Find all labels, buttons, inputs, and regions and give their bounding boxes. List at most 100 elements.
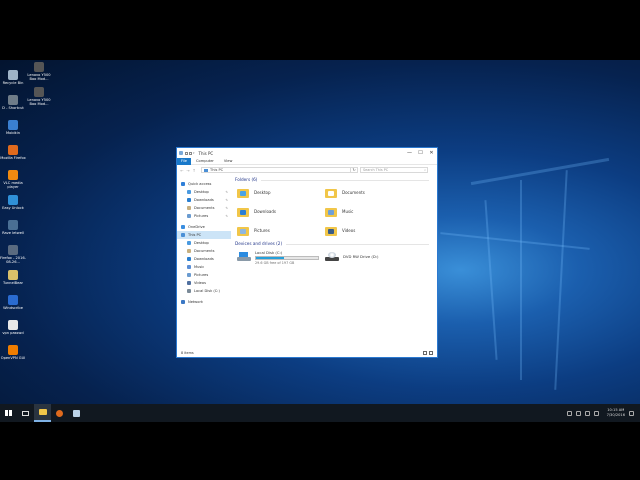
folder-label: Downloads xyxy=(254,208,276,214)
nav-quick-access[interactable]: Quick access xyxy=(177,180,231,188)
folder-item[interactable]: Desktop xyxy=(235,184,323,200)
large-icons-view-icon[interactable] xyxy=(429,351,433,355)
nav-pc-item-icon xyxy=(187,289,191,293)
nav-pc-item-icon xyxy=(187,281,191,285)
nav-pinned-item[interactable]: Pictures ✎ xyxy=(177,212,231,220)
nav-onedrive[interactable]: OneDrive xyxy=(177,223,231,231)
nav-onedrive-icon xyxy=(181,225,185,229)
system-tray: 10:15 AM 7/30/2016 xyxy=(565,404,636,422)
nav-label: Downloads xyxy=(194,257,214,261)
nav-pinned-item[interactable]: Desktop ✎ xyxy=(177,188,231,196)
up-arrow-icon[interactable]: ↑ xyxy=(191,168,197,173)
nav-label: Desktop xyxy=(194,241,209,245)
folder-item[interactable]: Music xyxy=(323,203,411,219)
taskbar: 10:15 AM 7/30/2016 xyxy=(0,404,640,422)
nav-network[interactable]: Network xyxy=(177,298,231,306)
nav-pinned-item[interactable]: Documents ✎ xyxy=(177,204,231,212)
close-button[interactable]: ✕ xyxy=(426,148,437,158)
nav-pc-item[interactable]: Local Disk (C:) xyxy=(177,287,231,295)
network-icon[interactable] xyxy=(575,410,581,416)
minimize-button[interactable]: — xyxy=(404,148,415,158)
drive-dvd-d[interactable]: DVD RW Drive (D:) xyxy=(323,250,379,265)
desktop-icon-label: Mozilla Firefox xyxy=(0,156,26,160)
folder-label: Music xyxy=(342,208,354,214)
desktop-icon[interactable]: Recycle Bin xyxy=(0,70,26,85)
folder-item[interactable]: Videos xyxy=(323,222,411,238)
desktop-icon-image xyxy=(8,95,18,105)
desktop-icon[interactable]: TunnelBear xyxy=(0,270,26,285)
task-view-button[interactable] xyxy=(17,404,34,422)
desktop-icon[interactable]: D - Shortcut xyxy=(0,95,26,110)
desktop-icon[interactable]: Mozilla Firefox xyxy=(0,145,26,160)
pin-icon[interactable]: ✎ xyxy=(225,214,228,218)
tab-computer[interactable]: Computer xyxy=(191,159,219,163)
desktop-icon[interactable]: Mobikin xyxy=(0,120,26,135)
nav-pc-item[interactable]: Desktop xyxy=(177,239,231,247)
desktop-icon[interactable]: VLC media player xyxy=(0,170,26,189)
folder-item[interactable]: Downloads xyxy=(235,203,323,219)
desktop-icon[interactable]: Lenovo Y500 Boo Mod... xyxy=(26,62,52,81)
folder-item[interactable]: Documents xyxy=(323,184,411,200)
nav-pc-item[interactable]: Videos xyxy=(177,279,231,287)
task-view-icon xyxy=(22,410,29,416)
clock[interactable]: 10:15 AM 7/30/2016 xyxy=(607,408,625,418)
pin-icon[interactable]: ✎ xyxy=(225,206,228,210)
drives-group-header[interactable]: Devices and drives (2) xyxy=(235,240,437,248)
start-button[interactable] xyxy=(0,404,17,422)
address-bar[interactable]: This PC xyxy=(201,167,351,173)
nav-label: This PC xyxy=(188,233,202,237)
nav-pc-item-icon xyxy=(187,273,191,277)
folders-header-label: Folders (6) xyxy=(235,177,258,182)
nav-label: Downloads xyxy=(194,198,214,202)
desktop-icon[interactable]: vpn passwd xyxy=(0,320,26,335)
properties-icon[interactable] xyxy=(185,151,188,155)
desktop-icon-image xyxy=(8,345,18,355)
nav-this-pc[interactable]: This PC xyxy=(177,231,231,239)
notifications-icon[interactable] xyxy=(629,410,634,416)
battery-icon[interactable] xyxy=(593,410,599,416)
explorer-app-icon xyxy=(179,151,183,155)
nav-pc-item[interactable]: Pictures xyxy=(177,271,231,279)
desktop-icon-label: OpenVPN GUI xyxy=(0,356,26,360)
window-title: This PC xyxy=(198,150,214,156)
details-view-icon[interactable] xyxy=(423,351,427,355)
desktop-icon[interactable]: Windscribe xyxy=(0,295,26,310)
desktop-icon-image xyxy=(8,170,18,180)
desktop-icon[interactable]: Firefox - 2016-08-26... xyxy=(0,245,26,264)
desktop-icon[interactable]: OpenVPN GUI xyxy=(0,345,26,360)
nav-pc-item[interactable]: Downloads xyxy=(177,255,231,263)
chevron-down-icon[interactable]: ▾ xyxy=(193,151,195,155)
refresh-button[interactable]: ↻ xyxy=(351,167,358,173)
pin-icon[interactable]: ✎ xyxy=(225,198,228,202)
windows-logo-icon xyxy=(5,409,12,417)
file-explorer-window[interactable]: ▾ This PC — ☐ ✕ File Computer View ← → ↑… xyxy=(176,147,438,358)
title-bar[interactable]: ▾ This PC — ☐ ✕ xyxy=(177,148,437,158)
search-placeholder: Search This PC xyxy=(363,168,389,172)
desktop-icon[interactable]: Lenovo Y500 Boo Mod... xyxy=(26,87,52,106)
taskbar-file-explorer[interactable] xyxy=(34,404,51,422)
desktop-icon[interactable]: Easy Unlock xyxy=(0,195,26,210)
computer-icon xyxy=(204,168,208,172)
desktop-icon-label: TunnelBear xyxy=(2,281,24,285)
folder-item[interactable]: Pictures xyxy=(235,222,323,238)
drive-local-disk-c[interactable]: Local Disk (C:) 29.6 GB free of 197 GB xyxy=(235,250,323,265)
desktop-icon-label: Rave letwell xyxy=(2,231,24,235)
volume-icon[interactable] xyxy=(584,410,590,416)
nav-pinned-item-icon xyxy=(187,214,191,218)
nav-pc-item[interactable]: Music xyxy=(177,263,231,271)
taskbar-app[interactable] xyxy=(68,404,85,422)
nav-pinned-item[interactable]: Downloads ✎ xyxy=(177,196,231,204)
desktop-icon-image xyxy=(34,87,44,97)
maximize-button[interactable]: ☐ xyxy=(415,148,426,158)
desktop-icon[interactable]: Rave letwell xyxy=(0,220,26,235)
folders-group-header[interactable]: Folders (6) xyxy=(235,176,437,184)
chevron-up-icon[interactable] xyxy=(566,410,572,416)
search-input[interactable]: Search This PC ⌕ xyxy=(360,167,428,173)
tab-file[interactable]: File xyxy=(177,157,192,165)
drive-label: DVD RW Drive (D:) xyxy=(343,254,379,259)
taskbar-firefox[interactable] xyxy=(51,404,68,422)
new-folder-icon[interactable] xyxy=(189,151,192,155)
nav-pc-item[interactable]: Documents xyxy=(177,247,231,255)
tab-view[interactable]: View xyxy=(219,159,238,163)
pin-icon[interactable]: ✎ xyxy=(225,190,228,194)
